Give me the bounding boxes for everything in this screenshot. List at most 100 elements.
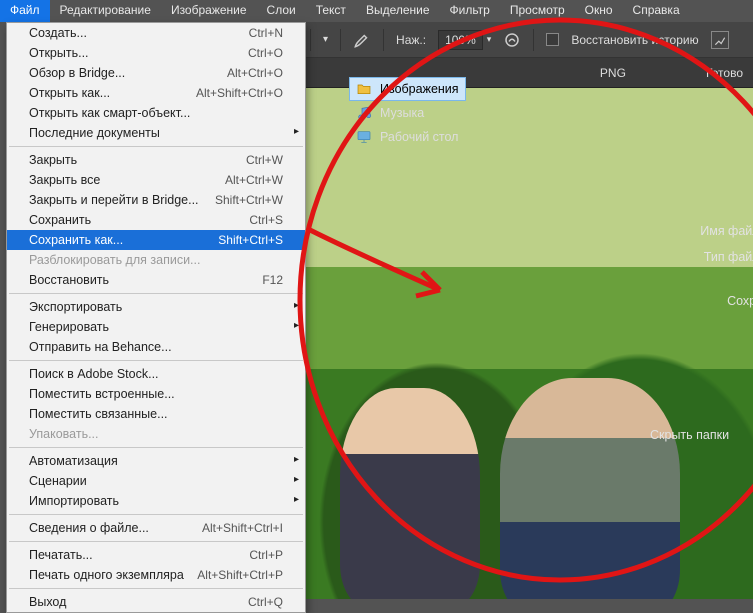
sidebar-place-item[interactable]: Музыка	[350, 102, 465, 124]
menu-item-shortcut: Ctrl+S	[249, 213, 283, 227]
pressure-icon[interactable]	[503, 31, 521, 49]
menu-item-shortcut: Alt+Shift+Ctrl+O	[196, 86, 283, 100]
menu-item-shortcut: Ctrl+N	[249, 26, 283, 40]
menu-item-label: Сценарии	[29, 474, 87, 488]
menu-item[interactable]: Отправить на Behance...	[7, 337, 305, 357]
menu-item-label: Импортировать	[29, 494, 119, 508]
menu-справка[interactable]: Справка	[623, 0, 690, 22]
menu-item-label: Последние документы	[29, 126, 160, 140]
menu-item-label: Выход	[29, 595, 66, 609]
brush-icon[interactable]	[353, 31, 371, 49]
menu-item[interactable]: Сохранить Ctrl+S	[7, 210, 305, 230]
filename-label: Имя файла:	[650, 218, 753, 244]
menu-item-label: Создать...	[29, 26, 87, 40]
sidebar-place-label: Рабочий стол	[380, 130, 458, 144]
menu-item-label: Сохранить	[29, 213, 91, 227]
mode-label: Наж.:	[396, 33, 426, 47]
restore-history-label: Восстановить историю	[571, 33, 698, 47]
menu-item[interactable]: Закрыть и перейти в Bridge...Shift+Ctrl+…	[7, 190, 305, 210]
menu-item-label: Генерировать	[29, 320, 109, 334]
menu-item-label: Печать одного экземпляра	[29, 568, 184, 582]
hide-folders-link[interactable]: Скрыть папки	[650, 428, 729, 442]
menu-item[interactable]: ВосстановитьF12	[7, 270, 305, 290]
menu-item[interactable]: Закрыть Ctrl+W	[7, 150, 305, 170]
sidebar-place-label: Изображения	[380, 82, 459, 96]
menu-item[interactable]: Последние документы	[7, 123, 305, 143]
sidebar-place-item[interactable]: Изображения	[350, 78, 465, 100]
menu-item-label: Сохранить как...	[29, 233, 123, 247]
menu-выделение[interactable]: Выделение	[356, 0, 440, 22]
menu-редактирование[interactable]: Редактирование	[50, 0, 161, 22]
menu-item-label: Открыть как смарт-объект...	[29, 106, 190, 120]
menu-item[interactable]: Импортировать	[7, 491, 305, 511]
dropdown-icon[interactable]: ▾	[323, 34, 328, 45]
filetype-label: Тип файла:	[650, 244, 753, 270]
options-toolbar: ▾ Наж.: 100% ▾ Восстановить историю	[300, 22, 753, 58]
menu-item-shortcut: Alt+Ctrl+W	[225, 173, 283, 187]
menu-item[interactable]: Автоматизация	[7, 451, 305, 471]
zoom-value[interactable]: 100%	[438, 30, 483, 50]
menu-просмотр[interactable]: Просмотр	[500, 0, 575, 22]
music-icon	[356, 105, 372, 121]
menu-item[interactable]: Поместить встроенные...	[7, 384, 305, 404]
menu-item-label: Автоматизация	[29, 454, 118, 468]
menu-item-shortcut: Alt+Shift+Ctrl+P	[197, 568, 283, 582]
menu-item-label: Сведения о файле...	[29, 521, 149, 535]
dropdown-icon[interactable]: ▾	[487, 34, 492, 45]
menu-item-label: Закрыть	[29, 153, 77, 167]
menu-item[interactable]: Генерировать	[7, 317, 305, 337]
menu-окно[interactable]: Окно	[575, 0, 623, 22]
menu-item-label: Поиск в Adobe Stock...	[29, 367, 159, 381]
menu-item[interactable]: Открыть как...Alt+Shift+Ctrl+O	[7, 83, 305, 103]
menu-item-label: Поместить связанные...	[29, 407, 168, 421]
separator	[340, 29, 341, 51]
menu-item[interactable]: Открыть как смарт-объект...	[7, 103, 305, 123]
menu-item-label: Отправить на Behance...	[29, 340, 172, 354]
save-as-dialog: Изображения Музыка Рабочий стол Имя файла:…	[320, 58, 753, 599]
menu-item-shortcut: Ctrl+W	[246, 153, 283, 167]
menu-фильтр[interactable]: Фильтр	[440, 0, 500, 22]
menu-item[interactable]: Закрыть все Alt+Ctrl+W	[7, 170, 305, 190]
menu-item-label: Закрыть все	[29, 173, 100, 187]
separator	[310, 29, 311, 51]
menu-item[interactable]: Поиск в Adobe Stock...	[7, 364, 305, 384]
menu-item[interactable]: Сценарии	[7, 471, 305, 491]
restore-history-checkbox[interactable]	[546, 33, 559, 46]
menu-item[interactable]: Печатать...Ctrl+P	[7, 545, 305, 565]
menu-item[interactable]: ВыходCtrl+Q	[7, 592, 305, 612]
menu-изображение[interactable]: Изображение	[161, 0, 257, 22]
menu-item[interactable]: Создать... Ctrl+N	[7, 23, 305, 43]
menu-слои[interactable]: Слои	[257, 0, 306, 22]
menu-item-shortcut: Shift+Ctrl+W	[215, 193, 283, 207]
separator	[383, 29, 384, 51]
menu-item-label: Открыть...	[29, 46, 89, 60]
save-button-partial[interactable]: Сохран	[650, 288, 753, 314]
menu-item-shortcut: Shift+Ctrl+S	[218, 233, 283, 247]
menu-item[interactable]: Сохранить как... Shift+Ctrl+S	[7, 230, 305, 250]
menu-item-label: Упаковать...	[29, 427, 99, 441]
separator	[533, 29, 534, 51]
zoom-control[interactable]: 100% ▾	[438, 30, 491, 50]
menu-item-shortcut: Alt+Shift+Ctrl+I	[202, 521, 283, 535]
menu-item[interactable]: Экспортировать	[7, 297, 305, 317]
menu-item-shortcut: Alt+Ctrl+O	[227, 66, 283, 80]
sidebar-place-item[interactable]: Рабочий стол	[350, 126, 465, 148]
menu-текст[interactable]: Текст	[306, 0, 356, 22]
menu-item[interactable]: Печать одного экземпляра Alt+Shift+Ctrl+P	[7, 565, 305, 585]
menu-item[interactable]: Обзор в Bridge... Alt+Ctrl+O	[7, 63, 305, 83]
file-menu-dropdown: Создать... Ctrl+N Открыть... Ctrl+O Обзор в …	[6, 22, 306, 613]
history-brush-icon[interactable]	[711, 31, 729, 49]
menu-item-label: Восстановить	[29, 273, 109, 287]
menu-item[interactable]: Сведения о файле... Alt+Shift+Ctrl+I	[7, 518, 305, 538]
menu-item-label: Экспортировать	[29, 300, 122, 314]
menu-item-shortcut: Ctrl+O	[248, 46, 283, 60]
folder-icon	[356, 81, 372, 97]
menu-item-label: Разблокировать для записи...	[29, 253, 200, 267]
menu-item[interactable]: Поместить связанные...	[7, 404, 305, 424]
menu-item: Упаковать...	[7, 424, 305, 444]
menu-файл[interactable]: Файл	[0, 0, 50, 22]
sidebar-place-label: Музыка	[380, 106, 424, 120]
menu-item[interactable]: Открыть... Ctrl+O	[7, 43, 305, 63]
menu-item-label: Обзор в Bridge...	[29, 66, 125, 80]
menu-item-label: Печатать...	[29, 548, 93, 562]
